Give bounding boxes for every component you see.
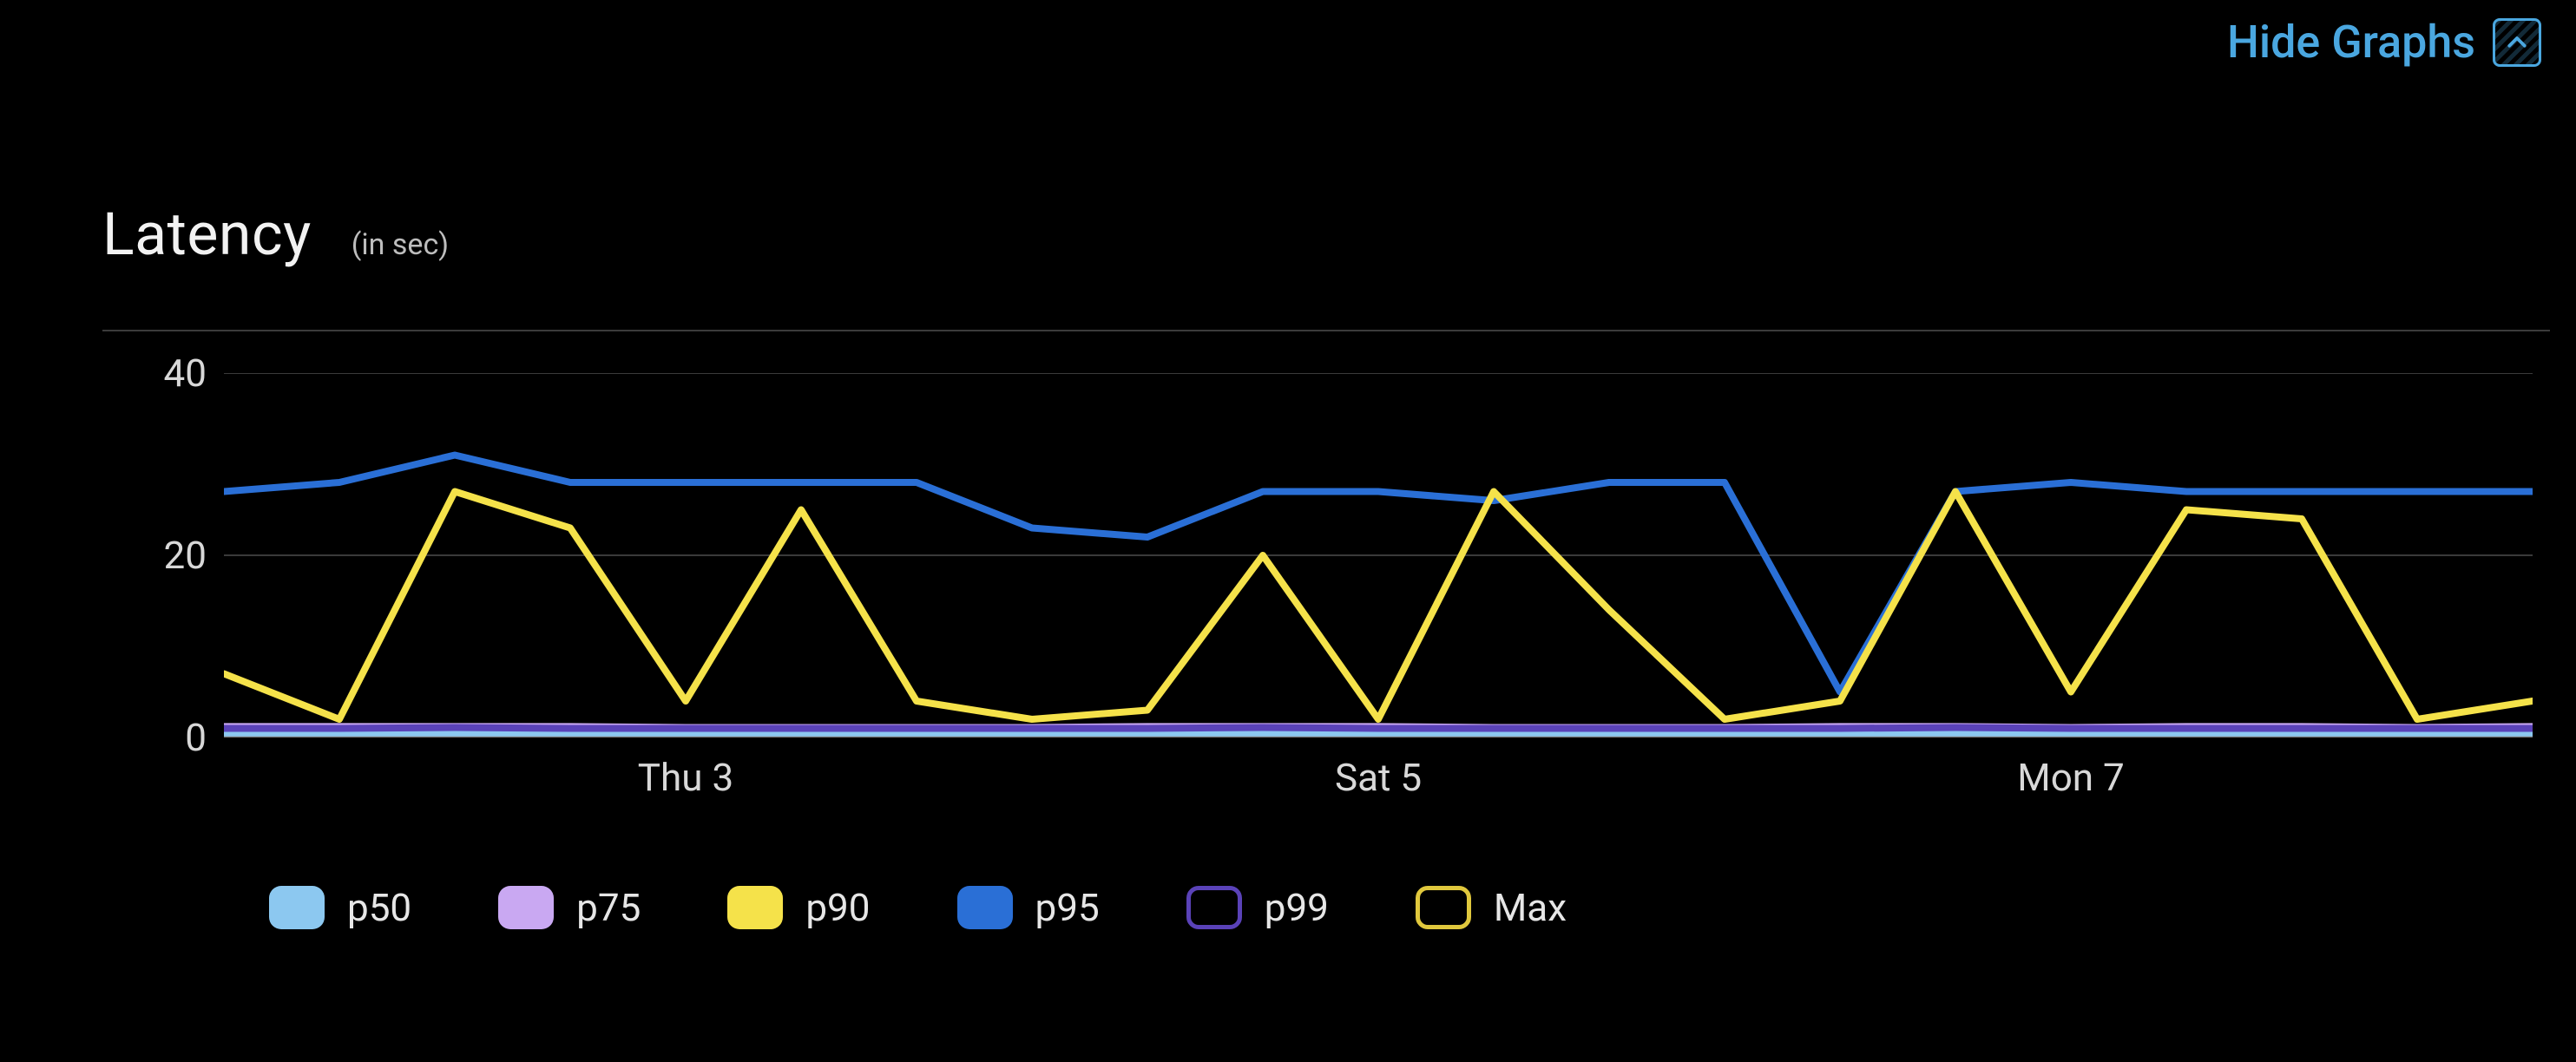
y-tick: 0 — [102, 715, 207, 760]
chart-header: Latency (in sec) — [102, 200, 449, 269]
x-axis: Thu 3 Sat 5 Mon 7 — [224, 755, 2533, 807]
legend-item-max[interactable]: Max — [1416, 885, 1567, 930]
legend-item-p99[interactable]: p99 — [1186, 885, 1329, 930]
legend-swatch — [269, 886, 325, 929]
legend: p50 p75 p90 p95 p99 Max — [269, 885, 1567, 930]
chart-unit: (in sec) — [352, 227, 449, 262]
x-tick: Thu 3 — [638, 755, 733, 800]
legend-item-p90[interactable]: p90 — [727, 885, 870, 930]
chart-title: Latency — [102, 200, 312, 269]
legend-label: Max — [1494, 885, 1567, 930]
plot-area: 02040 Thu 3Sat 5Mon 7 — [102, 373, 2533, 790]
x-tick: Sat 5 — [1335, 755, 1422, 800]
legend-swatch — [1186, 886, 1242, 929]
legend-label: p99 — [1265, 885, 1329, 930]
y-axis: 02040 — [102, 373, 224, 738]
hide-graphs-button[interactable]: Hide Graphs — [2227, 16, 2541, 69]
legend-label: p90 — [805, 885, 870, 930]
legend-item-p50[interactable]: p50 — [269, 885, 411, 930]
legend-item-p75[interactable]: p75 — [498, 885, 641, 930]
legend-label: p95 — [1035, 885, 1100, 930]
chart-svg — [224, 373, 2533, 738]
legend-label: p50 — [347, 885, 411, 930]
line-chart[interactable] — [224, 373, 2533, 738]
series-p90 — [224, 492, 2533, 720]
y-tick: 40 — [102, 351, 207, 396]
legend-swatch — [727, 886, 783, 929]
legend-swatch — [957, 886, 1013, 929]
hide-graphs-label: Hide Graphs — [2227, 16, 2475, 69]
legend-label: p75 — [576, 885, 641, 930]
y-tick: 20 — [102, 533, 207, 578]
x-tick: Mon 7 — [2017, 755, 2124, 800]
legend-item-p95[interactable]: p95 — [957, 885, 1100, 930]
latency-panel: Hide Graphs Latency (in sec) 02040 Thu 3… — [0, 0, 2576, 1062]
divider — [102, 330, 2550, 331]
series-p95 — [224, 456, 2533, 692]
collapse-icon — [2493, 18, 2541, 67]
legend-swatch — [1416, 886, 1471, 929]
series-p99 — [224, 727, 2533, 728]
legend-swatch — [498, 886, 554, 929]
